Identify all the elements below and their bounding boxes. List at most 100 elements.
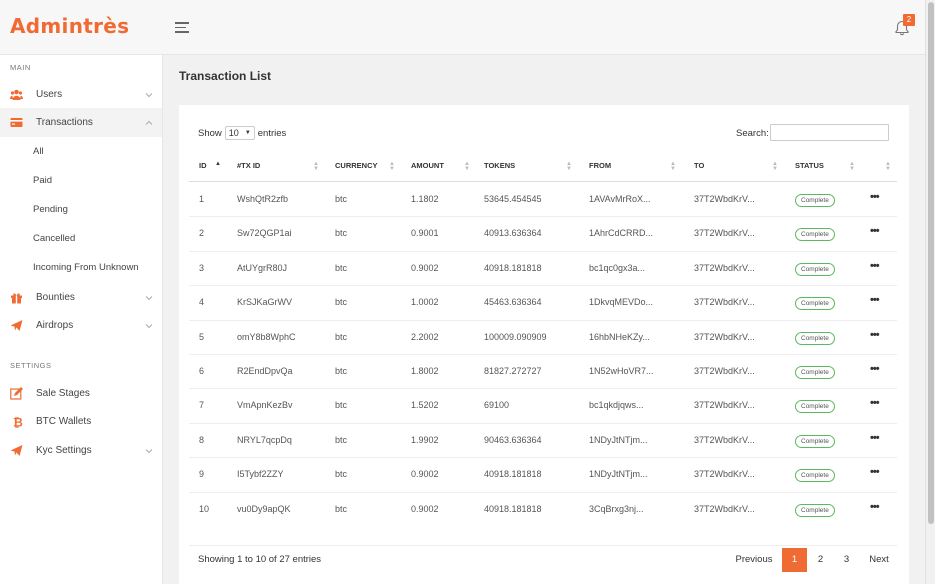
sidebar-item-label: Transactions — [36, 117, 93, 128]
sidebar-item-kyc-settings[interactable]: Kyc Settings — [0, 436, 162, 465]
sort-icon[interactable]: ▲ ▼ — [849, 161, 855, 172]
pagination-page-3[interactable]: 3 — [834, 548, 859, 572]
row-divider — [189, 491, 897, 493]
sidebar-subitem-cancelled[interactable]: Cancelled — [0, 224, 162, 253]
search-label: Search: — [736, 128, 769, 139]
pagination-next[interactable]: Next — [863, 548, 895, 572]
table-cell: 90463.636364 — [484, 434, 542, 445]
table-cell: 81827.272727 — [484, 366, 542, 376]
sidebar-item-bounties[interactable]: Bounties — [0, 283, 162, 312]
table-cell: vu0Dy9apQK — [237, 503, 291, 514]
row-divider — [189, 319, 897, 321]
svg-text:₿: ₿ — [13, 416, 23, 429]
sidebar-subitem-paid[interactable]: Paid — [0, 166, 162, 195]
table-cell: btc — [335, 262, 348, 273]
row-divider — [189, 216, 897, 218]
more-actions-icon[interactable]: ••• — [870, 192, 880, 203]
scrollbar-thumb[interactable] — [928, 2, 934, 524]
table-cell: 37T2WbdKrV... — [694, 503, 755, 514]
row-divider — [189, 422, 897, 424]
table-cell: 1NDyJtNTjm... — [589, 434, 648, 445]
row-divider — [189, 250, 897, 252]
sidebar-item-transactions[interactable]: Transactions — [0, 108, 162, 137]
sidebar-item-btc-wallets[interactable]: ₿ BTC Wallets — [0, 407, 162, 436]
more-actions-icon[interactable]: ••• — [870, 295, 880, 306]
chevron-up-icon — [145, 120, 153, 125]
chevron-down-icon — [145, 296, 153, 301]
table-info: Showing 1 to 10 of 27 entries — [198, 554, 322, 565]
sidebar-subitem-all[interactable]: All — [0, 137, 162, 166]
row-divider — [189, 457, 897, 459]
sidebar-subitem-incoming[interactable]: Incoming From Unknown — [0, 253, 162, 282]
table-cell: 1.1802 — [411, 194, 439, 204]
credit-card-icon — [10, 118, 23, 127]
search-input[interactable] — [770, 124, 889, 141]
sort-icon[interactable]: ▲ ▼ — [772, 161, 778, 172]
users-icon — [10, 89, 23, 100]
sidebar-item-airdrops[interactable]: Airdrops — [0, 311, 162, 340]
table-cell: 2.2002 — [411, 331, 439, 342]
table-cell: 37T2WbdKrV... — [694, 262, 755, 273]
table-cell: 8 — [199, 434, 205, 445]
column-header[interactable]: ID — [199, 161, 207, 171]
more-actions-icon[interactable]: ••• — [870, 260, 880, 271]
column-header[interactable]: AMOUNT — [411, 161, 444, 171]
page-title: Transaction List — [179, 69, 272, 83]
sidebar: MAIN Users Transactions All Paid Pending… — [0, 55, 163, 584]
subitem-label: All — [33, 146, 44, 157]
sidebar-subitem-pending[interactable]: Pending — [0, 195, 162, 224]
column-header[interactable]: FROM — [589, 161, 611, 171]
table-cell: 0.9001 — [411, 228, 439, 239]
sort-icon[interactable]: ▲ ▼ — [670, 161, 676, 172]
table-cell: 1NDyJtNTjm... — [589, 469, 648, 480]
pagination-page-1[interactable]: 1 — [782, 548, 807, 572]
sidebar-item-sale-stages[interactable]: Sale Stages — [0, 379, 162, 408]
status-badge: Complete — [795, 400, 835, 414]
table-cell: 5 — [199, 331, 205, 342]
column-header[interactable]: TOKENS — [484, 161, 515, 171]
table-cell: 7 — [199, 400, 205, 411]
table-cell: 1.5202 — [411, 400, 439, 411]
more-actions-icon[interactable]: ••• — [870, 226, 880, 237]
table-cell: 37T2WbdKrV... — [694, 228, 755, 239]
subitem-label: Paid — [33, 175, 53, 186]
more-actions-icon[interactable]: ••• — [870, 364, 880, 375]
table-cell: omY8b8WphC — [237, 331, 296, 342]
table-cell: R2EndDpvQa — [237, 366, 293, 376]
sort-icon[interactable]: ▲ — [215, 161, 221, 172]
more-actions-icon[interactable]: ••• — [870, 398, 880, 409]
row-divider — [189, 354, 897, 355]
more-actions-icon[interactable]: ••• — [870, 329, 880, 340]
menu-toggle-icon[interactable] — [175, 22, 189, 34]
column-header[interactable]: STATUS — [795, 161, 824, 171]
table-cell: bc1qc0gx3a... — [589, 262, 646, 273]
more-actions-icon[interactable]: ••• — [870, 501, 880, 512]
more-actions-icon[interactable]: ••• — [870, 432, 880, 443]
sort-icon[interactable]: ▲ ▼ — [885, 161, 891, 172]
sidebar-item-users[interactable]: Users — [0, 80, 162, 109]
entries-select[interactable]: 10 ▼ — [224, 126, 255, 140]
sort-icon[interactable]: ▲ ▼ — [566, 161, 572, 172]
notification-badge: 2 — [903, 14, 915, 26]
sidebar-item-label: Airdrops — [36, 320, 74, 331]
status-badge: Complete — [795, 469, 835, 483]
pagination-page-2[interactable]: 2 — [808, 548, 833, 572]
edit-icon — [10, 387, 23, 400]
paper-plane-icon — [10, 320, 23, 331]
sort-icon[interactable]: ▲ ▼ — [464, 161, 470, 172]
column-header[interactable]: #TX ID — [237, 161, 260, 171]
more-actions-icon[interactable]: ••• — [870, 467, 880, 478]
bitcoin-icon: ₿ — [13, 416, 23, 429]
page-scrollbar[interactable] — [925, 0, 935, 584]
pagination-previous[interactable]: Previous — [728, 548, 780, 572]
sort-icon[interactable]: ▲ ▼ — [313, 161, 319, 172]
table-cell: 0.9002 — [411, 503, 439, 514]
app-logo[interactable]: Admintrès — [10, 14, 129, 38]
column-header[interactable]: TO — [694, 161, 704, 171]
table-cell: 1AVAvMrRoX... — [589, 194, 651, 204]
table-cell: btc — [335, 434, 348, 445]
column-header[interactable]: CURRENCY — [335, 161, 378, 171]
section-label-main: MAIN — [10, 63, 31, 72]
table-cell: 37T2WbdKrV... — [694, 297, 755, 308]
sort-icon[interactable]: ▲ ▼ — [389, 161, 395, 172]
